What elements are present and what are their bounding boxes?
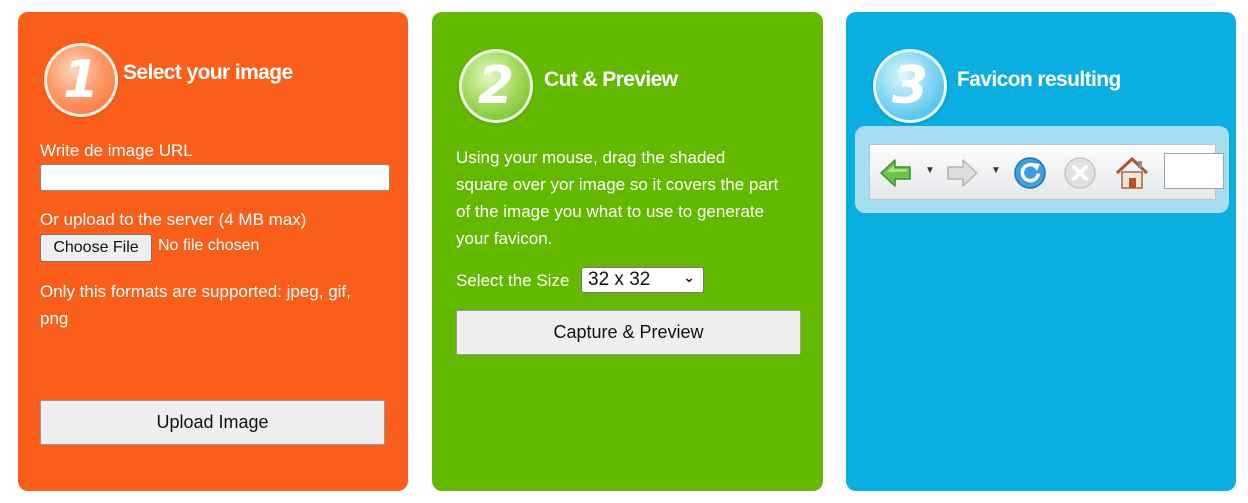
favicon-result-panel: 3 Favicon resulting ▼ ▼ — [846, 12, 1236, 491]
panel-title: Favicon resulting — [957, 68, 1121, 91]
panel-title: Select your image — [123, 61, 293, 84]
capture-preview-button[interactable]: Capture & Preview — [456, 310, 801, 355]
instructions-line-3: of the image you what to use to generate — [456, 202, 765, 221]
browser-toolbar-preview: ▼ ▼ — [855, 126, 1229, 213]
instructions-line-4: your favicon. — [456, 229, 553, 248]
instructions-line-2: square over yor image so it covers the p… — [456, 175, 779, 194]
instructions-line-1: Using your mouse, drag the shaded — [456, 148, 726, 167]
size-label: Select the Size — [456, 271, 570, 290]
upload-image-button[interactable]: Upload Image — [40, 400, 385, 445]
formats-note-line-1: Only this formats are supported: jpeg, g… — [40, 282, 351, 301]
chevron-down-icon: ⌄ — [683, 269, 695, 285]
step-3-badge: 3 — [873, 49, 947, 123]
home-icon — [1115, 157, 1149, 189]
cut-preview-panel: 2 Cut & Preview Using your mouse, drag t… — [432, 12, 823, 491]
file-status-text: No file chosen — [158, 237, 260, 254]
forward-arrow-icon — [947, 159, 978, 187]
formats-note-line-2: png — [40, 309, 69, 328]
toolbar-search-box — [1164, 153, 1224, 189]
panel-title: Cut & Preview — [544, 68, 678, 91]
url-label: Write de image URL — [40, 141, 193, 160]
step-2-badge: 2 — [459, 49, 533, 123]
back-arrow-icon — [880, 159, 911, 187]
size-select[interactable]: 32 x 32 ⌄ — [581, 267, 704, 293]
toolbar-strip: ▼ ▼ — [869, 144, 1224, 200]
select-image-panel: 1 Select your image Write de image URL O… — [18, 12, 408, 491]
forward-dropdown-icon: ▼ — [991, 165, 1001, 176]
back-dropdown-icon: ▼ — [925, 165, 935, 176]
choose-file-button[interactable]: Choose File — [40, 234, 152, 262]
image-url-input[interactable] — [40, 164, 390, 191]
upload-label: Or upload to the server (4 MB max) — [40, 210, 307, 229]
stop-icon — [1064, 157, 1096, 189]
size-selected-value: 32 x 32 — [588, 269, 651, 290]
step-1-badge: 1 — [44, 43, 118, 117]
refresh-icon — [1014, 157, 1046, 189]
